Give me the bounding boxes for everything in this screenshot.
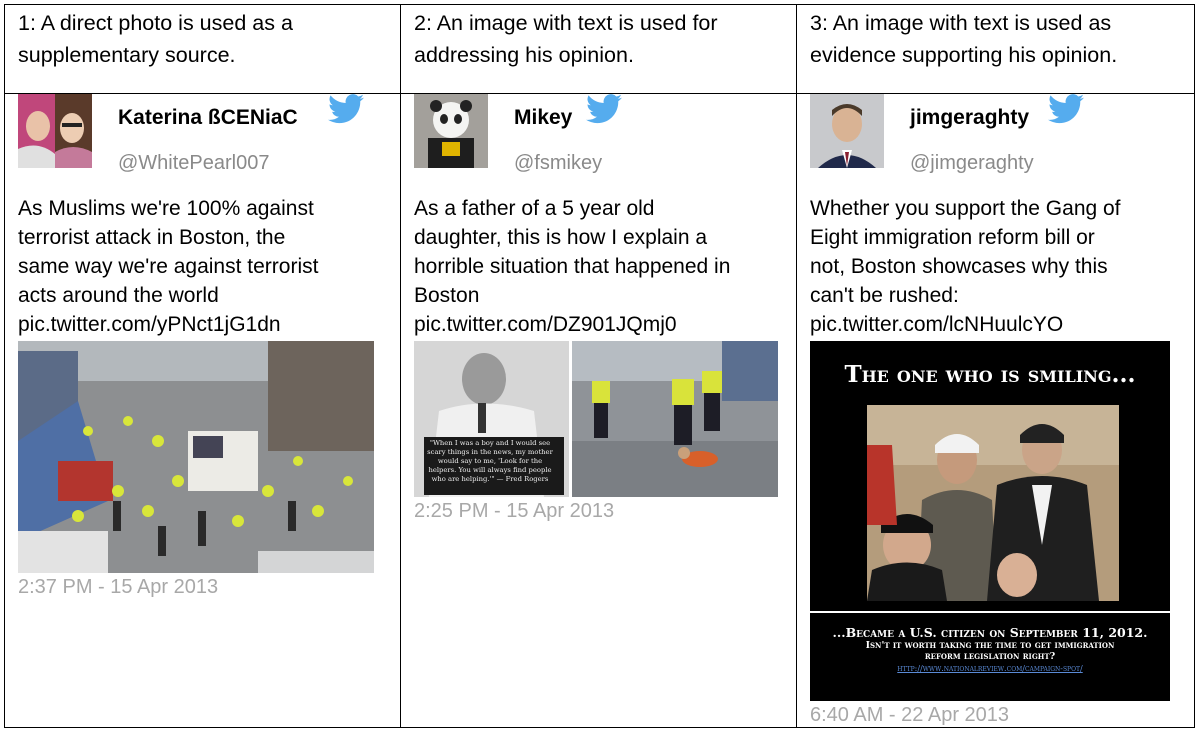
pic-link[interactable]: pic.twitter.com/DZ901JQmj0 [414, 310, 784, 339]
twitter-bird-icon [1048, 94, 1084, 129]
header-text-1: 1: A direct photo is used as a supplemen… [18, 11, 293, 67]
meme-bottom-line-3: reform legislation right? [924, 651, 1056, 662]
meme-bottom-line-1: ...Became a U.S. citizen on September 11… [832, 625, 1148, 640]
rescue-photo [572, 341, 778, 497]
twitter-bird-icon [328, 94, 364, 129]
tweet-cell-3: jimgeraghty @jimgeraghty Whether you sup… [796, 93, 1195, 728]
header-cell-2: 2: An image with text is used for addres… [400, 4, 797, 94]
avatar[interactable] [810, 94, 884, 168]
meme-url: http://www.nationalreview.com/campaign-s… [897, 664, 1083, 673]
tweet-line: terrorist attack in Boston, the [18, 226, 286, 249]
pic-link[interactable]: pic.twitter.com/lcNHuulcYO [810, 310, 1180, 339]
tweet-line: horrible situation that happened in [414, 255, 731, 278]
user-handle[interactable]: @fsmikey [514, 152, 602, 175]
timestamp[interactable]: 6:40 AM - 22 Apr 2013 [810, 704, 1194, 727]
user-name[interactable]: jimgeraghty [910, 106, 1029, 130]
tweet-line: Eight immigration reform bill or [810, 226, 1095, 249]
tweet-photo[interactable]: The one who is smiling... ...Became a U.… [810, 341, 1170, 701]
tweet-text: Whether you support the Gang of Eight im… [810, 194, 1180, 339]
suspects-photo [867, 405, 1119, 601]
tweet-line: daughter, this is how I explain a [414, 226, 708, 249]
tweet-line: As Muslims we're 100% against [18, 197, 314, 220]
header-text-3: 3: An image with text is used as evidenc… [810, 11, 1118, 67]
tweet-line: Boston [414, 284, 480, 307]
tweet-text: As Muslims we're 100% against terrorist … [18, 194, 388, 339]
tweet-line: As a father of a 5 year old [414, 197, 655, 220]
meme-bottom-panel: ...Became a U.S. citizen on September 11… [810, 611, 1170, 701]
meme-bottom-line-2: Isn't it worth taking the time to get im… [865, 640, 1115, 651]
tweet-photo[interactable] [18, 341, 374, 573]
tweet-text: As a father of a 5 year old daughter, th… [414, 194, 784, 339]
timestamp[interactable]: 2:37 PM - 15 Apr 2013 [18, 576, 400, 599]
fred-rogers-image: "When I was a boy and I would see scary … [414, 341, 569, 497]
tweet-line: not, Boston showcases why this [810, 255, 1108, 278]
header-text-2: 2: An image with text is used for addres… [414, 11, 718, 67]
timestamp[interactable]: 2:25 PM - 15 Apr 2013 [414, 500, 796, 523]
pic-link[interactable]: pic.twitter.com/yPNct1jG1dn [18, 310, 388, 339]
tweet-photo[interactable]: "When I was a boy and I would see scary … [414, 341, 778, 497]
user-handle[interactable]: @jimgeraghty [910, 152, 1034, 175]
meme-top-caption: The one who is smiling... [844, 361, 1136, 388]
tweet-line: same way we're against terrorist [18, 255, 319, 278]
tweet-line: can't be rushed: [810, 284, 959, 307]
tweet-line: Whether you support the Gang of [810, 197, 1121, 220]
tweet-cell-1: Katerina ßCENiaC @WhitePearl007 As Musli… [4, 93, 401, 728]
tweet-line: acts around the world [18, 284, 219, 307]
tweet-cell-2: Mikey @fsmikey As a father of a 5 year o… [400, 93, 797, 728]
user-handle[interactable]: @WhitePearl007 [118, 152, 269, 175]
twitter-bird-icon [586, 94, 622, 129]
user-name[interactable]: Katerina ßCENiaC [118, 106, 298, 130]
avatar[interactable] [18, 94, 92, 168]
comparison-table: 1: A direct photo is used as a supplemen… [4, 4, 1195, 728]
avatar[interactable] [414, 94, 488, 168]
quote-caption: "When I was a boy and I would see scary … [427, 439, 553, 483]
header-cell-3: 3: An image with text is used as evidenc… [796, 4, 1195, 94]
user-name[interactable]: Mikey [514, 106, 572, 130]
header-cell-1: 1: A direct photo is used as a supplemen… [4, 4, 401, 94]
